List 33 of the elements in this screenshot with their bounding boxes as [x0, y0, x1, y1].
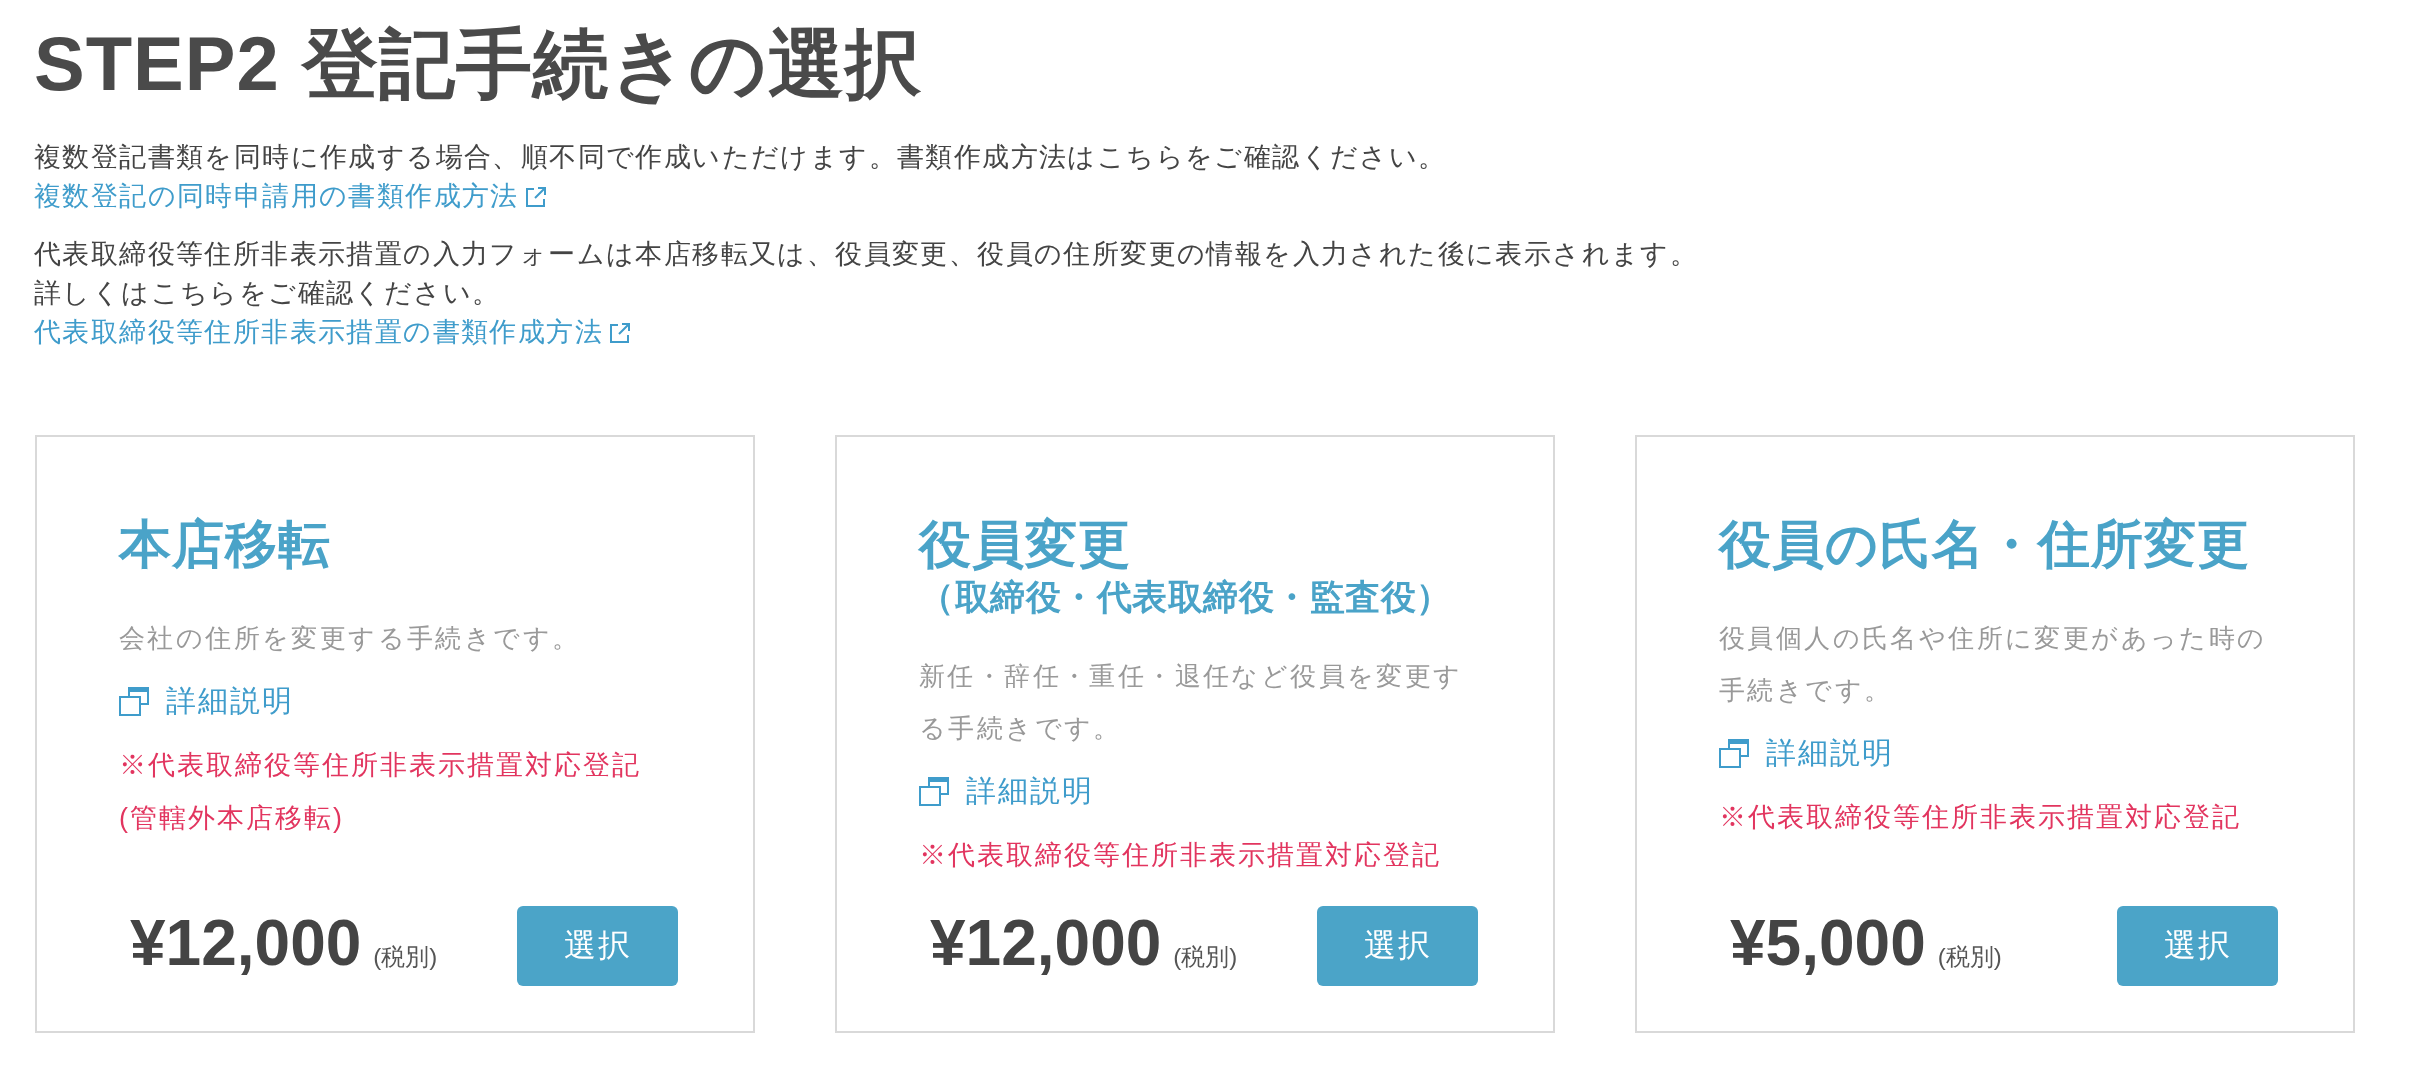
tax-note: (税別) — [1937, 942, 2002, 972]
card-title: 本店移転 — [119, 514, 331, 575]
guide-link[interactable]: 代表取締役等住所非表示措置の書類作成方法 — [34, 313, 631, 352]
card-title: 役員変更 — [919, 514, 1131, 575]
window-icon — [119, 686, 149, 716]
window-icon — [1719, 738, 1749, 768]
price-text: ¥5,000 — [1730, 907, 1926, 979]
card-subtitle: （取締役・代表取締役・監査役） — [919, 578, 1452, 616]
card-description: 新任・辞任・重任・退任など役員を変更する手続きです。 — [919, 660, 1464, 745]
card-note: ※代表取締役等住所非表示措置対応登記 — [919, 839, 1441, 872]
detail-link[interactable]: 詳細説明 — [919, 771, 1094, 811]
external-link-icon — [609, 321, 631, 344]
detail-link[interactable]: 詳細説明 — [1719, 733, 1894, 773]
tax-note: (税別) — [373, 942, 438, 972]
notice-text: 複数登記書類を同時に作成する場合、順不同で作成いただけます。書類作成方法はこちらをご確認ください。 — [34, 141, 1447, 174]
card-title: 役員の氏名・住所変更 — [1719, 514, 2250, 575]
detail-link[interactable]: 詳細説明 — [119, 681, 294, 721]
card-note: ※代表取締役等住所非表示措置対応登記(管轄外本店移転) — [119, 749, 642, 835]
window-icon — [919, 776, 949, 806]
tax-note: (税別) — [1173, 942, 1238, 972]
external-link-icon — [524, 185, 547, 208]
notice-text: 詳しくはこちらをご確認ください。 — [34, 277, 501, 310]
guide-link[interactable]: 複数登記の同時申請用の書類作成方法 — [34, 177, 547, 216]
select-button[interactable]: 選択 — [1317, 906, 1478, 986]
card-description: 会社の住所を変更する手続きです。 — [119, 622, 581, 655]
card-note: ※代表取締役等住所非表示措置対応登記 — [1719, 801, 2241, 834]
notice-text: 代表取締役等住所非表示措置の入力フォームは本店移転又は、役員変更、役員の住所変更の情報を入力された後に表示されます。 — [34, 238, 1699, 271]
price-text: ¥12,000 — [130, 907, 362, 979]
page-title: STEP2 登記手続きの選択 — [34, 20, 922, 108]
select-button[interactable]: 選択 — [517, 906, 678, 986]
select-button[interactable]: 選択 — [2117, 906, 2278, 986]
price-text: ¥12,000 — [930, 907, 1162, 979]
card-description: 役員個人の氏名や住所に変更があった時の手続きです。 — [1719, 622, 2268, 707]
